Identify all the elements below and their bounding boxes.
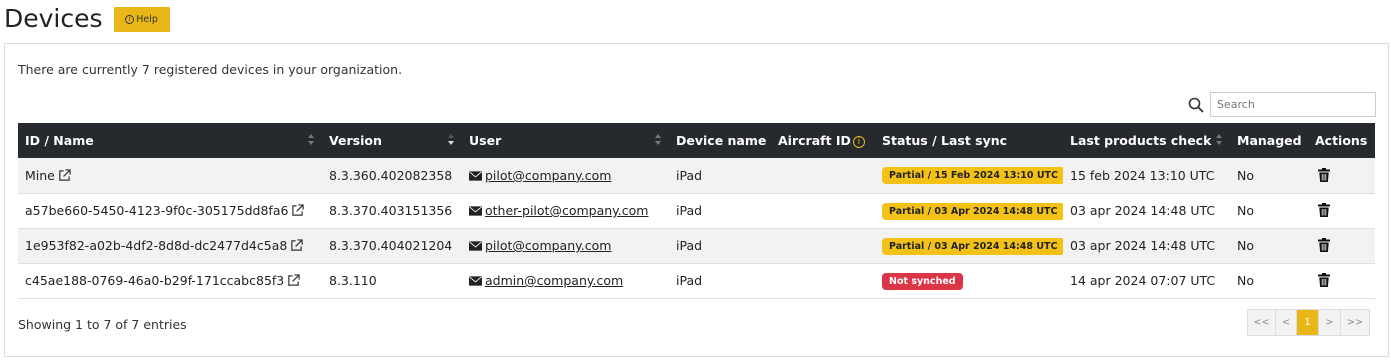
user-cell[interactable]: other-pilot@company.com	[462, 193, 669, 228]
pagination-first[interactable]: <<	[1248, 310, 1276, 335]
version-cell: 8.3.360.402082358	[329, 167, 453, 183]
device-name-cell: iPad	[676, 167, 703, 183]
envelope-icon	[469, 276, 482, 286]
devices-card: There are currently 7 registered devices…	[4, 43, 1389, 357]
column-header-user[interactable]: User	[462, 123, 669, 158]
table-header-row: ID / Name Version User Device name Aircr…	[18, 123, 1375, 158]
table-row: 1e953f82-a02b-4df2-8d8d-dc2477d4c5a8 8.3…	[18, 228, 1375, 263]
page-header: Devices i Help	[4, 0, 170, 36]
actions-cell	[1308, 158, 1375, 193]
version-cell: 8.3.370.403151356	[329, 203, 453, 218]
version-cell: 8.3.110	[329, 273, 377, 288]
trash-icon[interactable]	[1318, 203, 1330, 217]
pagination-next[interactable]: >	[1319, 310, 1341, 335]
sort-icon	[655, 134, 661, 146]
envelope-icon	[469, 241, 482, 251]
managed-cell: No	[1237, 167, 1254, 183]
actions-cell	[1308, 193, 1375, 228]
table-row: a57be660-5450-4123-9f0c-305175dd8fa6 8.3…	[18, 193, 1375, 228]
device-id-cell[interactable]: Mine	[18, 158, 322, 193]
user-email-link[interactable]: other-pilot@company.com	[485, 203, 648, 218]
device-id-cell[interactable]: 1e953f82-a02b-4df2-8d8d-dc2477d4c5a8	[18, 228, 322, 263]
column-header-id-name[interactable]: ID / Name	[18, 123, 322, 158]
column-header-device-name: Device name	[676, 133, 767, 148]
managed-cell: No	[1237, 273, 1254, 288]
device-id-cell[interactable]: c45ae188-0769-46a0-b29f-171ccabc85f3	[18, 263, 322, 298]
envelope-icon	[469, 171, 482, 181]
column-header-actions: Actions	[1315, 133, 1368, 148]
managed-cell: No	[1237, 203, 1254, 218]
devices-table: ID / Name Version User Device name Aircr…	[18, 123, 1375, 299]
last-check-cell: 03 apr 2024 14:48 UTC	[1070, 203, 1216, 218]
table-info: Showing 1 to 7 of 7 entries	[18, 317, 187, 332]
column-header-last-check[interactable]: Last products check	[1063, 123, 1230, 158]
last-check-cell: 14 apr 2024 07:07 UTC	[1070, 273, 1216, 288]
search-icon	[1188, 97, 1204, 113]
aircraft-id-cell	[771, 228, 875, 263]
table-row: c45ae188-0769-46a0-b29f-171ccabc85f3 8.3…	[18, 263, 1375, 298]
column-header-managed: Managed	[1237, 133, 1302, 148]
search-box	[1188, 92, 1376, 117]
info-icon: i	[125, 14, 135, 24]
trash-icon[interactable]	[1318, 273, 1330, 287]
device-id-cell[interactable]: a57be660-5450-4123-9f0c-305175dd8fa6	[18, 193, 322, 228]
external-link-icon[interactable]	[291, 204, 305, 217]
managed-cell: No	[1237, 238, 1254, 253]
status-cell: Not synched	[875, 263, 1063, 298]
sort-desc-icon	[448, 134, 454, 146]
page-title: Devices	[4, 3, 103, 33]
device-name-cell: iPad	[676, 203, 703, 218]
help-button[interactable]: i Help	[113, 6, 170, 32]
status-badge: Partial / 15 Feb 2024 13:10 UTC	[882, 167, 1063, 185]
user-email-link[interactable]: pilot@company.com	[485, 168, 611, 183]
help-label: Help	[136, 13, 158, 25]
user-email-link[interactable]: admin@company.com	[485, 273, 623, 288]
aircraft-id-cell	[771, 263, 875, 298]
search-input[interactable]	[1210, 92, 1376, 117]
sort-icon	[308, 134, 314, 146]
status-cell: Partial / 03 Apr 2024 14:48 UTC	[875, 228, 1063, 263]
column-header-aircraft-id: Aircraft ID i	[771, 123, 875, 158]
aircraft-id-cell	[771, 158, 875, 193]
device-name-cell: iPad	[676, 238, 703, 253]
last-check-cell: 03 apr 2024 14:48 UTC	[1070, 238, 1216, 253]
status-cell: Partial / 15 Feb 2024 13:10 UTC	[875, 158, 1063, 193]
aircraft-id-cell	[771, 193, 875, 228]
actions-cell	[1308, 228, 1375, 263]
external-link-icon[interactable]	[58, 169, 71, 182]
pagination: << < 1 > >>	[1247, 309, 1370, 336]
column-header-version[interactable]: Version	[322, 123, 462, 158]
sort-icon	[1216, 134, 1222, 146]
user-cell[interactable]: pilot@company.com	[462, 158, 669, 193]
version-cell: 8.3.370.404021204	[329, 238, 453, 253]
user-cell[interactable]: pilot@company.com	[462, 228, 669, 263]
last-check-cell: 15 feb 2024 13:10 UTC	[1070, 167, 1215, 183]
pagination-page-current[interactable]: 1	[1297, 310, 1319, 335]
external-link-icon[interactable]	[287, 274, 300, 287]
external-link-icon[interactable]	[290, 239, 303, 252]
pagination-prev[interactable]: <	[1276, 310, 1297, 335]
info-icon[interactable]: i	[852, 136, 865, 148]
pagination-last[interactable]: >>	[1341, 310, 1369, 335]
trash-icon[interactable]	[1318, 238, 1330, 252]
envelope-icon	[469, 206, 482, 216]
status-badge: Not synched	[882, 272, 963, 290]
device-name-cell: iPad	[676, 273, 703, 288]
table-row: Mine 8.3.360.402082358 pilot@company.com…	[18, 158, 1375, 193]
user-cell[interactable]: admin@company.com	[462, 263, 669, 298]
actions-cell	[1308, 263, 1375, 298]
devices-summary: There are currently 7 registered devices…	[18, 62, 403, 77]
trash-icon[interactable]	[1318, 167, 1330, 182]
status-badge: Partial / 03 Apr 2024 14:48 UTC	[882, 202, 1063, 220]
user-email-link[interactable]: pilot@company.com	[485, 238, 611, 253]
column-header-status: Status / Last sync	[882, 133, 1008, 148]
status-cell: Partial / 03 Apr 2024 14:48 UTC	[875, 193, 1063, 228]
status-badge: Partial / 03 Apr 2024 14:48 UTC	[882, 237, 1063, 255]
